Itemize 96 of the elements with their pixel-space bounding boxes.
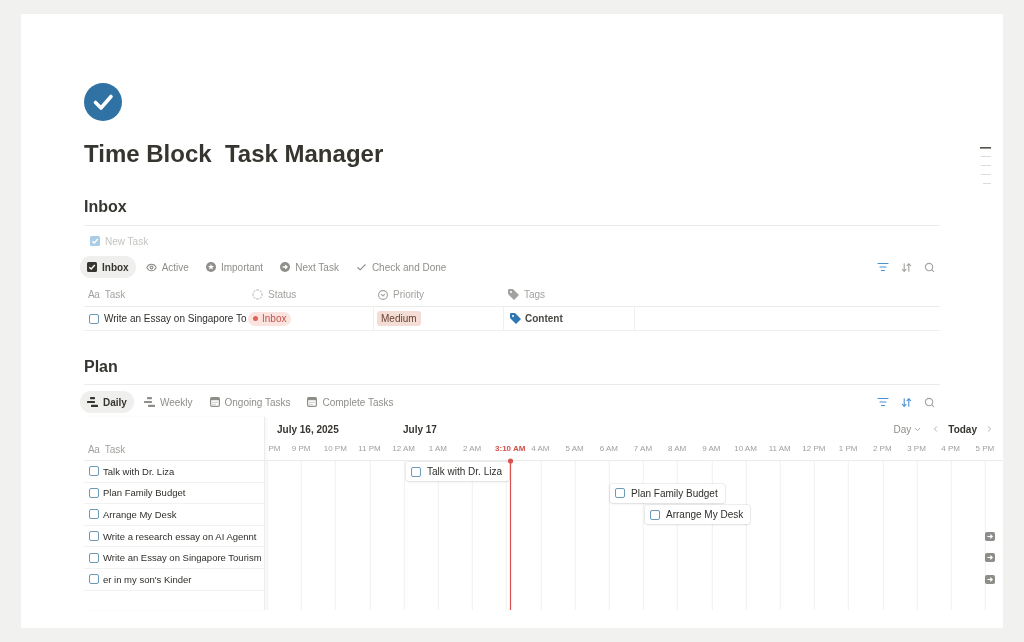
checkbox[interactable] [411,466,421,477]
hour-label: 2 PM [872,444,892,454]
status-tag[interactable]: Inbox [248,311,292,326]
arrow-right-circle-icon [280,262,291,272]
task-title[interactable]: Write an Essay on Singapore Tourism [103,552,262,564]
filter-icon [877,396,889,408]
filter-button[interactable] [877,261,889,273]
date-label: July 17 [403,423,437,435]
date-label: July 16, 2025 [277,423,340,435]
checkmark-circle-icon [84,83,122,121]
next-button[interactable] [985,423,994,435]
view-scale-dropdown[interactable]: Day [893,423,926,435]
calendar-icon [307,397,318,407]
view-tab[interactable]: Weekly [136,391,200,413]
chevron-right-icon [985,424,994,434]
tag-label[interactable]: Content [525,313,563,324]
search-icon [923,261,935,273]
section-heading: Inbox [84,197,127,217]
status-dot-icon [253,316,258,321]
chevron-circle-icon [378,289,388,300]
hour-label: 3 PM [907,444,926,454]
hour-label: 4 AM [531,444,550,454]
check-icon [355,261,367,273]
hour-label: 6 AM [599,444,618,454]
hour-label: 10 AM [734,444,757,454]
hour-label: 1 AM [428,444,447,454]
checkbox[interactable] [89,487,99,498]
tag-icon [508,289,519,300]
search-button[interactable] [923,261,935,273]
task-bar[interactable]: Arrange My Desk [645,505,751,525]
view-tab[interactable]: Complete Tasks [300,391,401,413]
hour-label: 1 PM [838,444,858,454]
current-time-label: 3:10 AM [495,444,526,454]
checkbox-icon [87,262,97,272]
search-icon [923,396,935,408]
timeline-icon [87,397,98,407]
arrow-right-icon[interactable] [985,574,995,584]
checkbox[interactable] [89,531,99,542]
view-tab[interactable]: Daily [80,391,134,413]
task-bar[interactable]: Plan Family Budget [610,483,725,503]
section-heading: Plan [84,357,118,377]
checkbox[interactable] [89,552,99,563]
eye-icon [145,261,157,273]
hour-label: 4 PM [941,444,960,454]
sort-icon [900,261,912,273]
hour-label: 9 PM [291,444,311,454]
checkbox[interactable] [89,466,99,477]
task-title[interactable]: Write a research essay on AI Agennt [103,530,257,542]
page-title: Time Block Task Manager [84,139,384,169]
hour-label: 10 PM [323,444,347,454]
text-type-icon: Aa [88,289,100,300]
priority-tag[interactable]: Medium [377,311,421,326]
view-tab[interactable]: Important [198,256,271,278]
arrow-right-icon[interactable] [985,531,995,541]
hour-label: 9 AM [702,444,721,454]
sort-button[interactable] [900,261,912,273]
checkbox[interactable] [650,509,660,520]
checkbox[interactable] [89,313,99,324]
star-icon [205,262,216,272]
hour-label: 7 AM [633,444,653,454]
hour-label: PM [268,444,281,454]
hour-label: 5 AM [565,444,584,454]
hour-label: 11 AM [768,444,791,454]
checkbox-icon [90,236,100,246]
tag-icon [510,313,521,324]
view-tab[interactable]: Next Task [273,256,346,278]
today-button[interactable]: Today [946,423,979,435]
hour-label: 12 AM [392,444,415,454]
text-type-icon: Aa [88,444,100,455]
filter-button[interactable] [877,396,889,408]
view-tab[interactable]: Ongoing Tasks [202,391,298,413]
hour-label: 2 AM [462,444,482,454]
view-tab[interactable]: Check and Done [348,256,454,278]
calendar-icon [209,397,220,407]
page-outline-icon [979,147,991,187]
checkbox[interactable] [89,574,99,585]
arrow-right-icon[interactable] [985,553,995,563]
timeline-icon [143,397,155,407]
hour-label: 5 PM [975,444,995,454]
hour-label: 11 PM [358,444,381,454]
task-title[interactable]: Talk with Dr. Liza [103,465,175,477]
checkbox[interactable] [615,488,625,499]
task-bar[interactable]: Talk with Dr. Liza [406,462,510,481]
task-title[interactable]: er in my son's Kinder [103,573,192,585]
task-title[interactable]: Plan Family Budget [103,487,186,499]
view-tab[interactable]: Inbox [80,256,136,278]
hour-label: 8 AM [668,444,687,454]
task-title[interactable]: Write an Essay on Singapore To [104,313,247,324]
hour-label: 12 PM [802,444,826,454]
filter-icon [877,261,889,273]
task-title[interactable]: Arrange My Desk [103,509,177,520]
sort-button[interactable] [900,396,912,408]
search-button[interactable] [923,396,935,408]
checkbox[interactable] [89,509,99,520]
dashed-circle-icon [252,289,263,300]
sort-icon [900,396,912,408]
